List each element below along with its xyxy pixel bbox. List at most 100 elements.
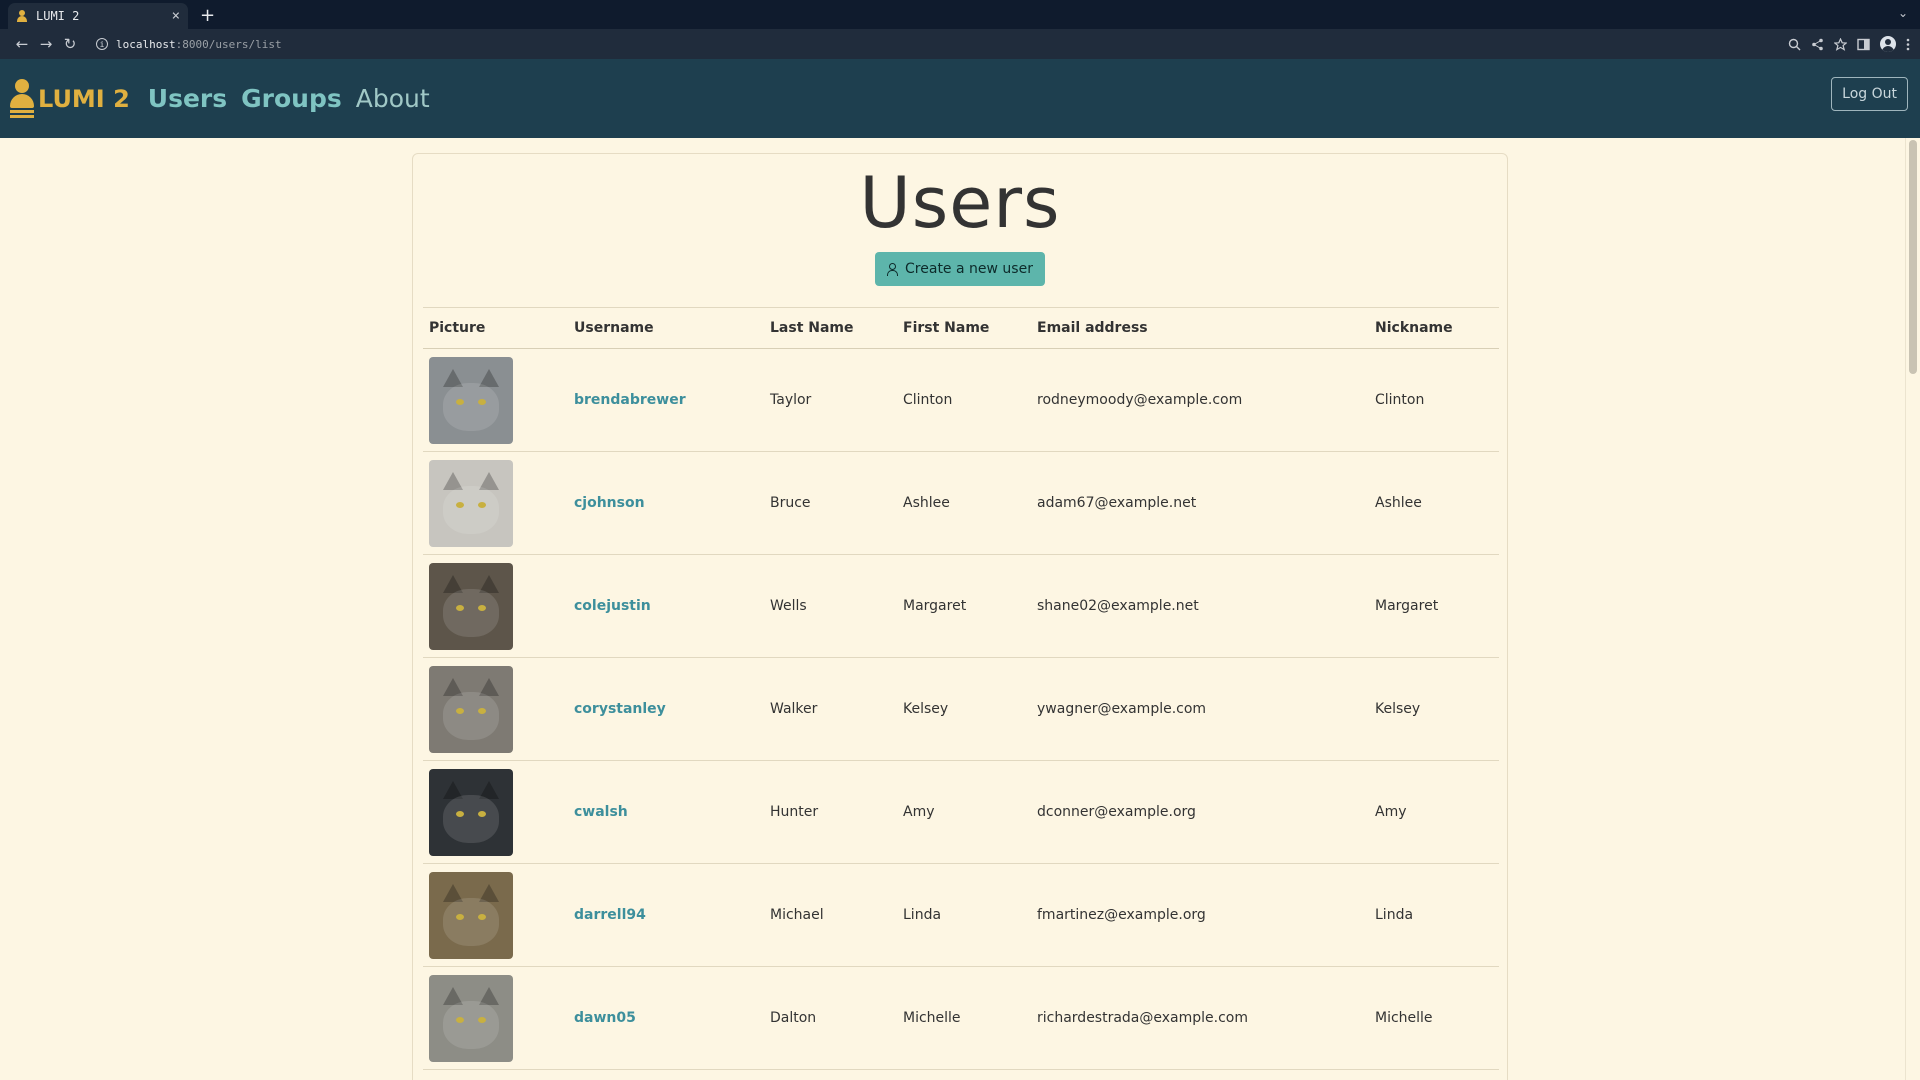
- cat-avatar-image: [429, 974, 513, 1062]
- cell-username: colejustin: [568, 554, 764, 658]
- cell-picture: [423, 760, 568, 864]
- table-row: brendabrewer Taylor Clinton rodneymoody@exa…: [423, 348, 1499, 452]
- browser-tabbar: LUMI 2 × + ⌄: [0, 0, 1920, 29]
- cat-avatar-image: [429, 665, 513, 753]
- browser-tab[interactable]: LUMI 2 ×: [8, 3, 188, 29]
- profile-avatar-icon[interactable]: [1880, 36, 1896, 52]
- username-link[interactable]: cjohnson: [574, 495, 645, 511]
- cell-last-name: Walker: [764, 657, 897, 761]
- cell-last-name: Taylor: [764, 348, 897, 452]
- header-email: Email address: [1031, 307, 1369, 349]
- cell-username: darrell94: [568, 863, 764, 967]
- table-row: dawn05 Dalton Michelle richardestrada@examp…: [423, 966, 1499, 1070]
- header-nickname: Nickname: [1369, 307, 1499, 349]
- brand-name: LUMI 2: [38, 84, 130, 113]
- cell-nickname: Amy: [1369, 760, 1499, 864]
- cell-last-name: Wells: [764, 554, 897, 658]
- cell-first-name: Linda: [897, 863, 1031, 967]
- cell-first-name: Michelle: [897, 966, 1031, 1070]
- users-table: Picture Username Last Name First Name Em…: [423, 307, 1499, 1070]
- table-header-row: Picture Username Last Name First Name Em…: [423, 307, 1499, 349]
- lumi-logo-icon: [10, 78, 34, 119]
- cell-last-name: Hunter: [764, 760, 897, 864]
- cell-first-name: Amy: [897, 760, 1031, 864]
- new-tab-icon[interactable]: +: [200, 3, 215, 29]
- brand[interactable]: LUMI 2: [10, 78, 130, 119]
- cell-first-name: Margaret: [897, 554, 1031, 658]
- cat-avatar-image: [429, 562, 513, 650]
- create-user-button[interactable]: Create a new user: [875, 252, 1045, 286]
- username-link[interactable]: darrell94: [574, 907, 646, 923]
- cell-username: cjohnson: [568, 451, 764, 555]
- cell-username: cwalsh: [568, 760, 764, 864]
- cell-email: richardestrada@example.com: [1031, 966, 1369, 1070]
- cell-username: dawn05: [568, 966, 764, 1070]
- username-link[interactable]: cwalsh: [574, 804, 628, 820]
- cat-avatar-image: [429, 356, 513, 444]
- username-link[interactable]: colejustin: [574, 598, 651, 614]
- cell-email: dconner@example.org: [1031, 760, 1369, 864]
- cat-avatar-image: [429, 768, 513, 856]
- cell-first-name: Clinton: [897, 348, 1031, 452]
- header-first-name: First Name: [897, 307, 1031, 349]
- cell-email: fmartinez@example.org: [1031, 863, 1369, 967]
- lumi-favicon-icon: [16, 10, 28, 22]
- address-bar[interactable]: i localhost :8000/users/list: [90, 33, 1788, 55]
- cell-email: rodneymoody@example.com: [1031, 348, 1369, 452]
- cat-avatar-image: [429, 871, 513, 959]
- nav-link-about[interactable]: About: [356, 84, 430, 113]
- create-button-wrap: Create a new user: [413, 252, 1507, 286]
- scroll-thumb[interactable]: [1909, 140, 1917, 374]
- cell-first-name: Kelsey: [897, 657, 1031, 761]
- tab-close-icon[interactable]: ×: [172, 8, 180, 24]
- cell-username: corystanley: [568, 657, 764, 761]
- cell-picture: [423, 451, 568, 555]
- cell-picture: [423, 348, 568, 452]
- cell-nickname: Clinton: [1369, 348, 1499, 452]
- page-scrollbar[interactable]: [1905, 138, 1920, 1080]
- cell-picture: [423, 966, 568, 1070]
- users-table-body: brendabrewer Taylor Clinton rodneymoody@exa…: [423, 348, 1499, 1070]
- url-host: localhost: [116, 37, 176, 51]
- share-icon[interactable]: [1811, 38, 1824, 51]
- cell-last-name: Dalton: [764, 966, 897, 1070]
- create-user-label: Create a new user: [905, 261, 1033, 277]
- username-link[interactable]: brendabrewer: [574, 392, 686, 408]
- cell-email: adam67@example.net: [1031, 451, 1369, 555]
- cell-picture: [423, 863, 568, 967]
- cell-email: shane02@example.net: [1031, 554, 1369, 658]
- cell-picture: [423, 554, 568, 658]
- tab-title: LUMI 2: [36, 9, 80, 23]
- back-arrow-icon[interactable]: ←: [10, 35, 34, 53]
- bookmark-star-icon[interactable]: [1834, 37, 1847, 51]
- cell-nickname: Michelle: [1369, 966, 1499, 1070]
- reload-icon[interactable]: ↻: [58, 35, 82, 53]
- tab-search-chevron-icon[interactable]: ⌄: [1898, 6, 1908, 20]
- cell-picture: [423, 657, 568, 761]
- header-picture: Picture: [423, 307, 568, 349]
- header-username: Username: [568, 307, 764, 349]
- cat-avatar-image: [429, 459, 513, 547]
- site-info-icon[interactable]: i: [96, 38, 108, 50]
- cell-last-name: Bruce: [764, 451, 897, 555]
- kebab-menu-icon[interactable]: [1906, 38, 1910, 51]
- side-panel-icon[interactable]: [1857, 38, 1870, 51]
- logout-button[interactable]: Log Out: [1831, 77, 1908, 111]
- table-row: corystanley Walker Kelsey ywagner@example.c…: [423, 657, 1499, 761]
- zoom-icon[interactable]: [1788, 38, 1801, 51]
- nav-link-users[interactable]: Users: [148, 84, 227, 113]
- browser-toolbar: ← → ↻ i localhost :8000/users/list: [0, 29, 1920, 59]
- cell-username: brendabrewer: [568, 348, 764, 452]
- cell-nickname: Linda: [1369, 863, 1499, 967]
- cell-email: ywagner@example.com: [1031, 657, 1369, 761]
- username-link[interactable]: dawn05: [574, 1010, 636, 1026]
- cell-last-name: Michael: [764, 863, 897, 967]
- forward-arrow-icon[interactable]: →: [34, 35, 58, 53]
- username-link[interactable]: corystanley: [574, 701, 666, 717]
- users-card: Users Create a new user Picture Username…: [412, 153, 1508, 1080]
- cell-nickname: Kelsey: [1369, 657, 1499, 761]
- nav-link-groups[interactable]: Groups: [241, 84, 342, 113]
- table-row: cjohnson Bruce Ashlee adam67@example.net Ash…: [423, 451, 1499, 555]
- cell-nickname: Margaret: [1369, 554, 1499, 658]
- toolbar-icons: [1788, 36, 1910, 52]
